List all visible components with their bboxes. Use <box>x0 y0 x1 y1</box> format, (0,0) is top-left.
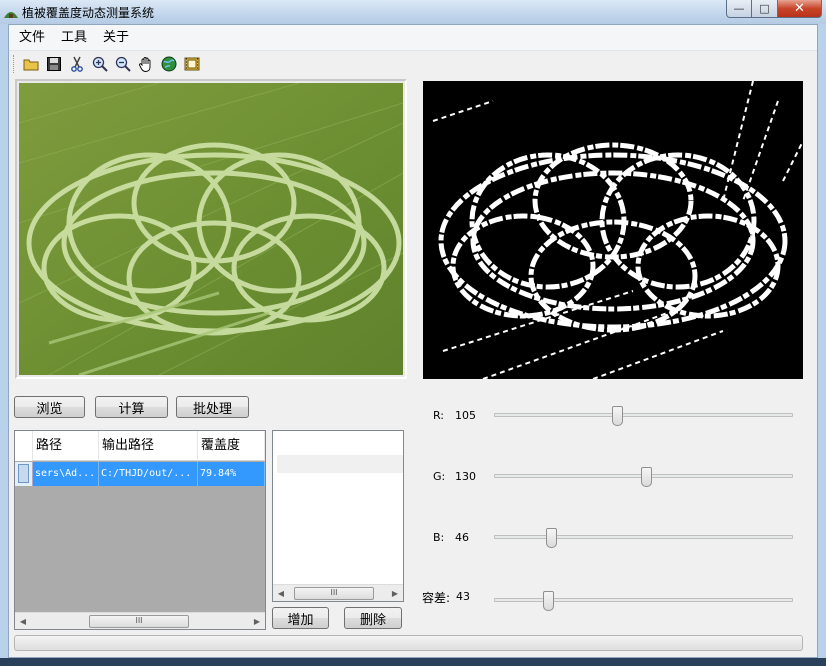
original-image-panel <box>15 79 407 379</box>
toolbar-grip[interactable] <box>13 55 16 73</box>
list-item[interactable] <box>277 455 403 473</box>
r-slider-track[interactable] <box>494 413 793 417</box>
hand-pan-icon[interactable] <box>136 54 156 74</box>
app-window: 植被覆盖度动态测量系统 — □ ✕ 文件 工具 关于 浏览 计算 批处理 路径 … <box>0 0 826 666</box>
compute-button[interactable]: 计算 <box>95 396 168 418</box>
g-value: 130 <box>455 470 476 483</box>
r-slider-thumb[interactable] <box>612 406 624 426</box>
b-label: B: <box>433 531 445 544</box>
client-area: 文件 工具 关于 浏览 计算 批处理 路径 输出路径 覆盖度 sers\Ad..… <box>8 24 818 658</box>
tolerance-label: 容差: <box>422 591 451 605</box>
g-label: G: <box>433 470 446 483</box>
app-icon <box>4 12 18 18</box>
menu-tools[interactable]: 工具 <box>53 27 95 49</box>
grid-scroll-thumb[interactable]: III <box>89 615 189 628</box>
batch-button[interactable]: 批处理 <box>176 396 249 418</box>
save-icon[interactable] <box>44 54 64 74</box>
r-value: 105 <box>455 409 476 422</box>
list-scroll-thumb[interactable]: III <box>294 587 374 600</box>
b-slider-thumb[interactable] <box>545 528 557 548</box>
list-scroll-right-arrow-icon[interactable]: ▶ <box>387 585 403 602</box>
row-selector[interactable] <box>15 462 33 486</box>
menu-bar: 文件 工具 关于 <box>9 25 817 51</box>
zoom-out-icon[interactable] <box>113 54 133 74</box>
close-button[interactable]: ✕ <box>778 0 822 18</box>
globe-icon[interactable] <box>159 54 179 74</box>
tolerance-value: 43 <box>456 590 470 603</box>
taskbar <box>0 658 826 666</box>
column-header-path[interactable]: 路径 <box>33 431 99 461</box>
scroll-right-arrow-icon[interactable]: ▶ <box>249 613 265 630</box>
processed-image <box>423 81 803 379</box>
results-grid[interactable]: 路径 输出路径 覆盖度 sers\Ad... C:/THJD/out/... 7… <box>14 430 266 630</box>
grid-header: 路径 输出路径 覆盖度 <box>15 431 265 461</box>
processed-image-panel <box>423 81 803 379</box>
cell-coverage[interactable]: 79.84% <box>198 462 265 486</box>
window-title: 植被覆盖度动态测量系统 <box>22 6 155 20</box>
list-scroll-left-arrow-icon[interactable]: ◀ <box>273 585 289 602</box>
cut-icon[interactable] <box>67 54 87 74</box>
tolerance-slider-thumb[interactable] <box>542 591 554 611</box>
progress-bar <box>14 635 803 651</box>
grid-horizontal-scrollbar[interactable]: ◀ ▶ III <box>15 612 265 629</box>
menu-about[interactable]: 关于 <box>95 27 137 49</box>
g-slider-thumb[interactable] <box>640 467 652 487</box>
toolbar <box>9 51 817 77</box>
column-header-coverage[interactable]: 覆盖度 <box>198 431 265 461</box>
list-horizontal-scrollbar[interactable]: ◀ ▶ III <box>273 584 403 601</box>
title-bar[interactable]: 植被覆盖度动态测量系统 — □ ✕ <box>0 0 826 24</box>
original-image <box>19 83 403 375</box>
film-icon[interactable] <box>182 54 202 74</box>
cell-path[interactable]: sers\Ad... <box>33 462 99 486</box>
row-header-corner <box>15 431 33 461</box>
tolerance-slider-track[interactable] <box>494 598 793 602</box>
minimize-button[interactable]: — <box>726 0 752 18</box>
add-button[interactable]: 增加 <box>272 607 329 629</box>
zoom-in-icon[interactable] <box>90 54 110 74</box>
table-row[interactable]: sers\Ad... C:/THJD/out/... 79.84% <box>15 462 265 486</box>
open-folder-icon[interactable] <box>21 54 41 74</box>
column-header-output-path[interactable]: 输出路径 <box>99 431 198 461</box>
browse-button[interactable]: 浏览 <box>14 396 85 418</box>
r-label: R: <box>433 409 445 422</box>
file-listbox[interactable]: ◀ ▶ III <box>272 430 404 602</box>
menu-file[interactable]: 文件 <box>11 27 53 49</box>
cell-output-path[interactable]: C:/THJD/out/... <box>99 462 198 486</box>
b-value: 46 <box>455 531 469 544</box>
scroll-left-arrow-icon[interactable]: ◀ <box>15 613 31 630</box>
b-slider-track[interactable] <box>494 535 793 539</box>
maximize-button[interactable]: □ <box>752 0 778 18</box>
delete-button[interactable]: 删除 <box>344 607 402 629</box>
